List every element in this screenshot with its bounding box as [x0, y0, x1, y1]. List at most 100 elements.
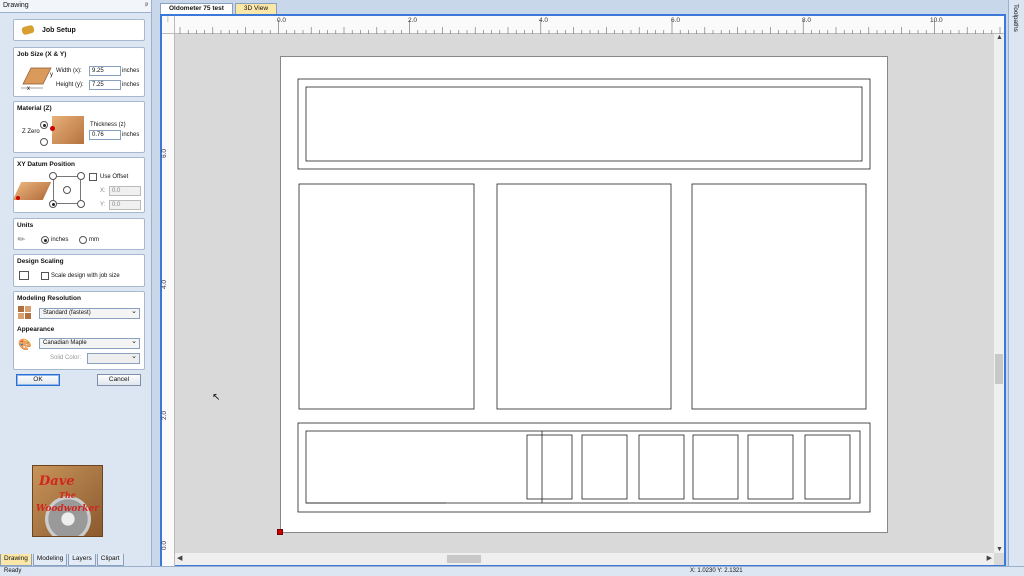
horizontal-scrollbar[interactable]: ◀ ▶	[175, 553, 994, 565]
ruler-left: 6.0 4.0 2.0 0.0	[161, 34, 175, 571]
horizontal-scroll-thumb[interactable]	[447, 555, 481, 563]
counter-digit-4	[692, 434, 739, 500]
counter-digit-5	[747, 434, 794, 500]
job-sheet[interactable]	[280, 56, 888, 533]
ruler-corner[interactable]: ⋮	[162, 16, 175, 34]
units-mm-radio[interactable]	[79, 236, 87, 244]
axis-y-label: y	[50, 72, 53, 78]
scale-design-checkbox[interactable]	[41, 272, 49, 280]
datum-title: XY Datum Position	[17, 161, 76, 168]
tab-2d-view[interactable]: Oldometer 75 test	[160, 3, 233, 14]
thickness-input[interactable]: 0.76	[89, 130, 121, 140]
offset-x-label: X:	[100, 188, 106, 194]
status-text: Ready	[4, 568, 22, 574]
datum-bottom-left-radio[interactable]	[49, 200, 57, 208]
vertical-scrollbar[interactable]: ▲ ▼	[994, 34, 1004, 553]
units-inches-label: inches	[51, 237, 69, 243]
datum-bottom-right-radio[interactable]	[77, 200, 85, 208]
width-input[interactable]: 9.25	[89, 66, 121, 76]
ruler-left-label: 6.0	[161, 148, 169, 159]
resolution-title: Modeling Resolution	[17, 295, 81, 302]
top-inner-rect	[305, 86, 863, 162]
width-label: Width (x):	[56, 68, 82, 74]
units-inches-radio[interactable]	[41, 236, 49, 244]
cancel-button[interactable]: Cancel	[97, 374, 141, 386]
tab-modeling[interactable]: Modeling	[32, 554, 68, 566]
offset-x-input[interactable]: 0.0	[109, 186, 141, 196]
ruler-top-ticks	[179, 20, 1017, 34]
height-unit: inches	[122, 82, 140, 88]
scroll-down-icon[interactable]: ▼	[996, 546, 1003, 553]
height-label: Height (y):	[56, 82, 84, 88]
job-setup-button[interactable]: Job Setup	[13, 19, 145, 41]
top-outer-rect	[297, 78, 871, 170]
offset-y-input[interactable]: 0.0	[109, 200, 141, 210]
datum-section: XY Datum Position Use Offset X: 0.0 Y: 0…	[12, 157, 145, 213]
resolution-select[interactable]: Standard (fastest)	[39, 307, 140, 319]
height-input[interactable]: 7.25	[89, 80, 121, 90]
tab-drawing[interactable]: Drawing	[0, 554, 32, 566]
appearance-select[interactable]: Canadian Maple	[39, 337, 140, 349]
vertical-scroll-thumb[interactable]	[995, 354, 1003, 384]
center-panel-rect	[496, 183, 672, 410]
material-block-icon	[52, 116, 84, 144]
job-size-section: Job Size (X & Y) x y Width (x): 9.25 inc…	[13, 47, 145, 97]
zzero-top-radio[interactable]	[40, 121, 48, 129]
datum-origin-marker	[277, 529, 283, 535]
scaling-section: Design Scaling Scale design with job siz…	[13, 254, 145, 287]
ruler-top-label: 2.0	[408, 17, 418, 24]
saw-blade-icon	[45, 496, 91, 536]
solid-color-label: Solid Color:	[50, 355, 82, 361]
job-size-title: Job Size (X & Y)	[17, 51, 67, 58]
tab-3d-view[interactable]: 3D View	[234, 3, 278, 14]
vector-drawing[interactable]	[281, 57, 889, 534]
use-offset-checkbox[interactable]	[89, 173, 97, 181]
ruler-top-label: 8.0	[802, 17, 812, 24]
solid-color-select[interactable]	[87, 352, 140, 364]
counter-digit-6	[804, 434, 851, 500]
ruler-top-label: 4.0	[539, 17, 549, 24]
tab-clipart[interactable]: Clipart	[96, 554, 124, 566]
job-size-icon	[21, 67, 52, 89]
counter-digit-2	[581, 434, 628, 500]
thickness-label: Thickness (z)	[90, 122, 126, 128]
units-section: Units ✎ inches mm	[13, 218, 145, 250]
logo-line-2: The	[59, 490, 76, 500]
scroll-up-icon[interactable]: ▲	[996, 34, 1003, 41]
width-unit: inches	[122, 68, 140, 74]
axis-x-label: x	[27, 86, 30, 92]
ruler-top-label: 0.0	[277, 17, 287, 24]
ok-button[interactable]: OK	[16, 374, 60, 386]
scaling-title: Design Scaling	[17, 258, 64, 265]
tab-layers[interactable]: Layers	[68, 554, 96, 566]
palette-icon: 🎨	[18, 339, 32, 351]
2d-view[interactable]: ⋮ 0.0 2.0 4.0 6.0 8.0 10.0 6.0 4.0 2.0 0…	[160, 14, 1017, 571]
logo-line-3: Woodworker	[36, 504, 99, 514]
zzero-label: Z Zero	[22, 129, 40, 135]
zzero-bottom-radio[interactable]	[40, 138, 48, 146]
bottom-tabs: Drawing Modeling Layers Clipart	[0, 554, 125, 566]
resolution-grid-icon	[18, 306, 31, 319]
scroll-right-icon[interactable]: ▶	[987, 554, 992, 562]
status-bar: Ready X: 1.0230 Y: 2.1321	[0, 566, 1024, 576]
panel-title: Drawing	[3, 2, 29, 9]
mouse-cursor-icon: ↖	[212, 392, 221, 403]
ruler-icon: ✎	[15, 232, 28, 246]
datum-top-right-radio[interactable]	[77, 172, 85, 180]
scale-icon	[19, 271, 29, 280]
zzero-marker-icon	[50, 126, 55, 131]
pin-icon[interactable]: ᵖ	[145, 2, 148, 10]
datum-top-left-radio[interactable]	[49, 172, 57, 180]
toolpaths-panel-tab[interactable]: Toolpaths	[1008, 0, 1024, 566]
scroll-left-icon[interactable]: ◀	[177, 554, 182, 562]
document-tabs: Oldometer 75 test 3D View	[160, 3, 279, 14]
resolution-section: Modeling Resolution Standard (fastest) A…	[13, 291, 145, 370]
units-mm-label: mm	[89, 237, 99, 243]
thickness-unit: inches	[122, 132, 140, 138]
scale-design-label: Scale design with job size	[51, 273, 120, 279]
material-section: Material (Z) Z Zero Thickness (z) 0.76 i…	[13, 101, 145, 153]
datum-center-radio[interactable]	[63, 186, 71, 194]
ruler-left-label: 0.0	[161, 540, 169, 551]
appearance-title: Appearance	[17, 326, 55, 333]
material-title: Material (Z)	[17, 105, 52, 112]
